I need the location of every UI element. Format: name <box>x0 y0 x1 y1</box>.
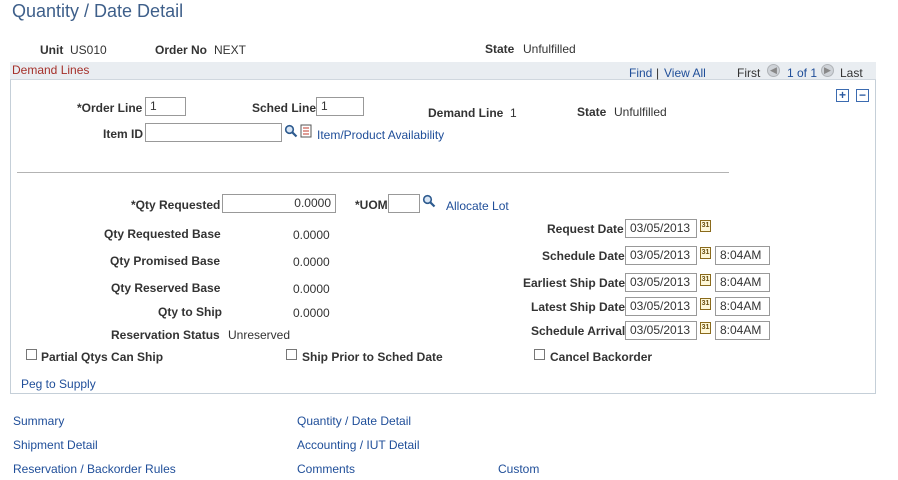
latest-ship-time-input[interactable]: 8:04AM <box>715 297 770 316</box>
cancel-backorder-label: Cancel Backorder <box>550 350 653 364</box>
find-link[interactable]: Find <box>629 66 652 80</box>
earliest-ship-time-input[interactable]: 8:04AM <box>715 273 770 292</box>
schedule-date-label: Schedule Date <box>542 249 625 263</box>
item-availability-link[interactable]: Item/Product Availability <box>317 128 444 142</box>
latest-ship-date-label: Latest Ship Date <box>531 300 626 314</box>
page-title: Quantity / Date Detail <box>12 1 184 21</box>
calendar-icon[interactable]: 31 <box>700 220 711 232</box>
uom-label: *UOM <box>355 198 388 212</box>
nav-separator: | <box>656 66 660 80</box>
calendar-icon[interactable]: 31 <box>700 298 711 310</box>
qty-date-detail-link[interactable]: Quantity / Date Detail <box>297 414 411 428</box>
first-label: First <box>737 66 761 80</box>
comments-link[interactable]: Comments <box>297 462 355 476</box>
line-state-label: State <box>577 105 607 119</box>
qty-to-ship-label: Qty to Ship <box>158 305 222 319</box>
latest-ship-date-input[interactable]: 03/05/2013 <box>625 297 697 316</box>
allocate-lot-link[interactable]: Allocate Lot <box>446 199 509 213</box>
reservation-status-value: Unreserved <box>228 328 291 342</box>
reservation-status-label: Reservation Status <box>111 328 220 342</box>
qty-to-ship-value: 0.0000 <box>293 306 330 320</box>
last-label: Last <box>840 66 863 80</box>
page-info: 1 of 1 <box>787 66 818 80</box>
cancel-backorder-checkbox[interactable] <box>534 349 545 360</box>
qty-promised-base-label: Qty Promised Base <box>110 254 221 268</box>
demand-line-value: 1 <box>510 106 517 120</box>
sched-line-label: Sched Line <box>252 101 317 115</box>
uom-input[interactable] <box>388 194 420 213</box>
reservation-rules-link[interactable]: Reservation / Backorder Rules <box>13 462 176 476</box>
qty-promised-base-value: 0.0000 <box>293 255 330 269</box>
calendar-icon[interactable]: 31 <box>700 322 711 334</box>
shipment-detail-link[interactable]: Shipment Detail <box>13 438 98 452</box>
sched-line-input[interactable]: 1 <box>316 97 364 116</box>
summary-link[interactable]: Summary <box>13 414 64 428</box>
add-row-button[interactable]: + <box>836 89 849 102</box>
schedule-arrival-label: Schedule Arrival <box>531 324 626 338</box>
ship-prior-checkbox[interactable] <box>286 349 297 360</box>
request-date-label: Request Date <box>547 222 624 236</box>
ship-prior-label: Ship Prior to Sched Date <box>302 350 443 364</box>
demand-line-label: Demand Line <box>428 106 504 120</box>
order-line-label: *Order Line <box>77 101 143 115</box>
item-id-input[interactable] <box>145 123 282 142</box>
item-lookup-icon[interactable] <box>284 124 298 138</box>
custom-link[interactable]: Custom <box>498 462 539 476</box>
item-availability-icon[interactable] <box>300 124 313 138</box>
qty-requested-base-value: 0.0000 <box>293 228 330 242</box>
qty-reserved-base-label: Qty Reserved Base <box>111 281 221 295</box>
header-state-value: Unfulfilled <box>523 42 576 56</box>
qty-requested-input[interactable]: 0.0000 <box>222 194 336 213</box>
schedule-time-input[interactable]: 8:04AM <box>715 246 770 265</box>
calendar-icon[interactable]: 31 <box>700 274 711 286</box>
section-divider <box>17 172 729 173</box>
peg-to-supply-link[interactable]: Peg to Supply <box>21 377 96 391</box>
earliest-ship-date-label: Earliest Ship Date <box>523 276 626 290</box>
previous-icon[interactable]: ◀ <box>767 64 780 77</box>
order-no-label: Order No <box>155 43 208 57</box>
qty-reserved-base-value: 0.0000 <box>293 282 330 296</box>
order-no-value: NEXT <box>214 43 247 57</box>
qty-requested-base-label: Qty Requested Base <box>104 227 221 241</box>
unit-label: Unit <box>40 43 64 57</box>
calendar-icon[interactable]: 31 <box>700 247 711 259</box>
uom-lookup-icon[interactable] <box>422 194 436 208</box>
unit-value: US010 <box>70 43 107 57</box>
earliest-ship-date-input[interactable]: 03/05/2013 <box>625 273 697 292</box>
schedule-arrival-input[interactable]: 03/05/2013 <box>625 321 697 340</box>
schedule-date-input[interactable]: 03/05/2013 <box>625 246 697 265</box>
schedule-arrival-time-input[interactable]: 8:04AM <box>715 321 770 340</box>
header-state-label: State <box>485 42 515 56</box>
accounting-detail-link[interactable]: Accounting / IUT Detail <box>297 438 420 452</box>
next-icon[interactable]: ▶ <box>821 64 834 77</box>
partial-qtys-checkbox[interactable] <box>26 349 37 360</box>
partial-qtys-label: Partial Qtys Can Ship <box>41 350 164 364</box>
delete-row-button[interactable]: − <box>856 89 869 102</box>
line-state-value: Unfulfilled <box>614 105 667 119</box>
item-id-label: Item ID <box>103 127 144 141</box>
request-date-input[interactable]: 03/05/2013 <box>625 219 697 238</box>
view-all-link[interactable]: View All <box>664 66 706 80</box>
order-line-input[interactable]: 1 <box>145 97 186 116</box>
qty-requested-label: *Qty Requested <box>131 198 221 212</box>
demand-lines-title: Demand Lines <box>12 63 90 77</box>
